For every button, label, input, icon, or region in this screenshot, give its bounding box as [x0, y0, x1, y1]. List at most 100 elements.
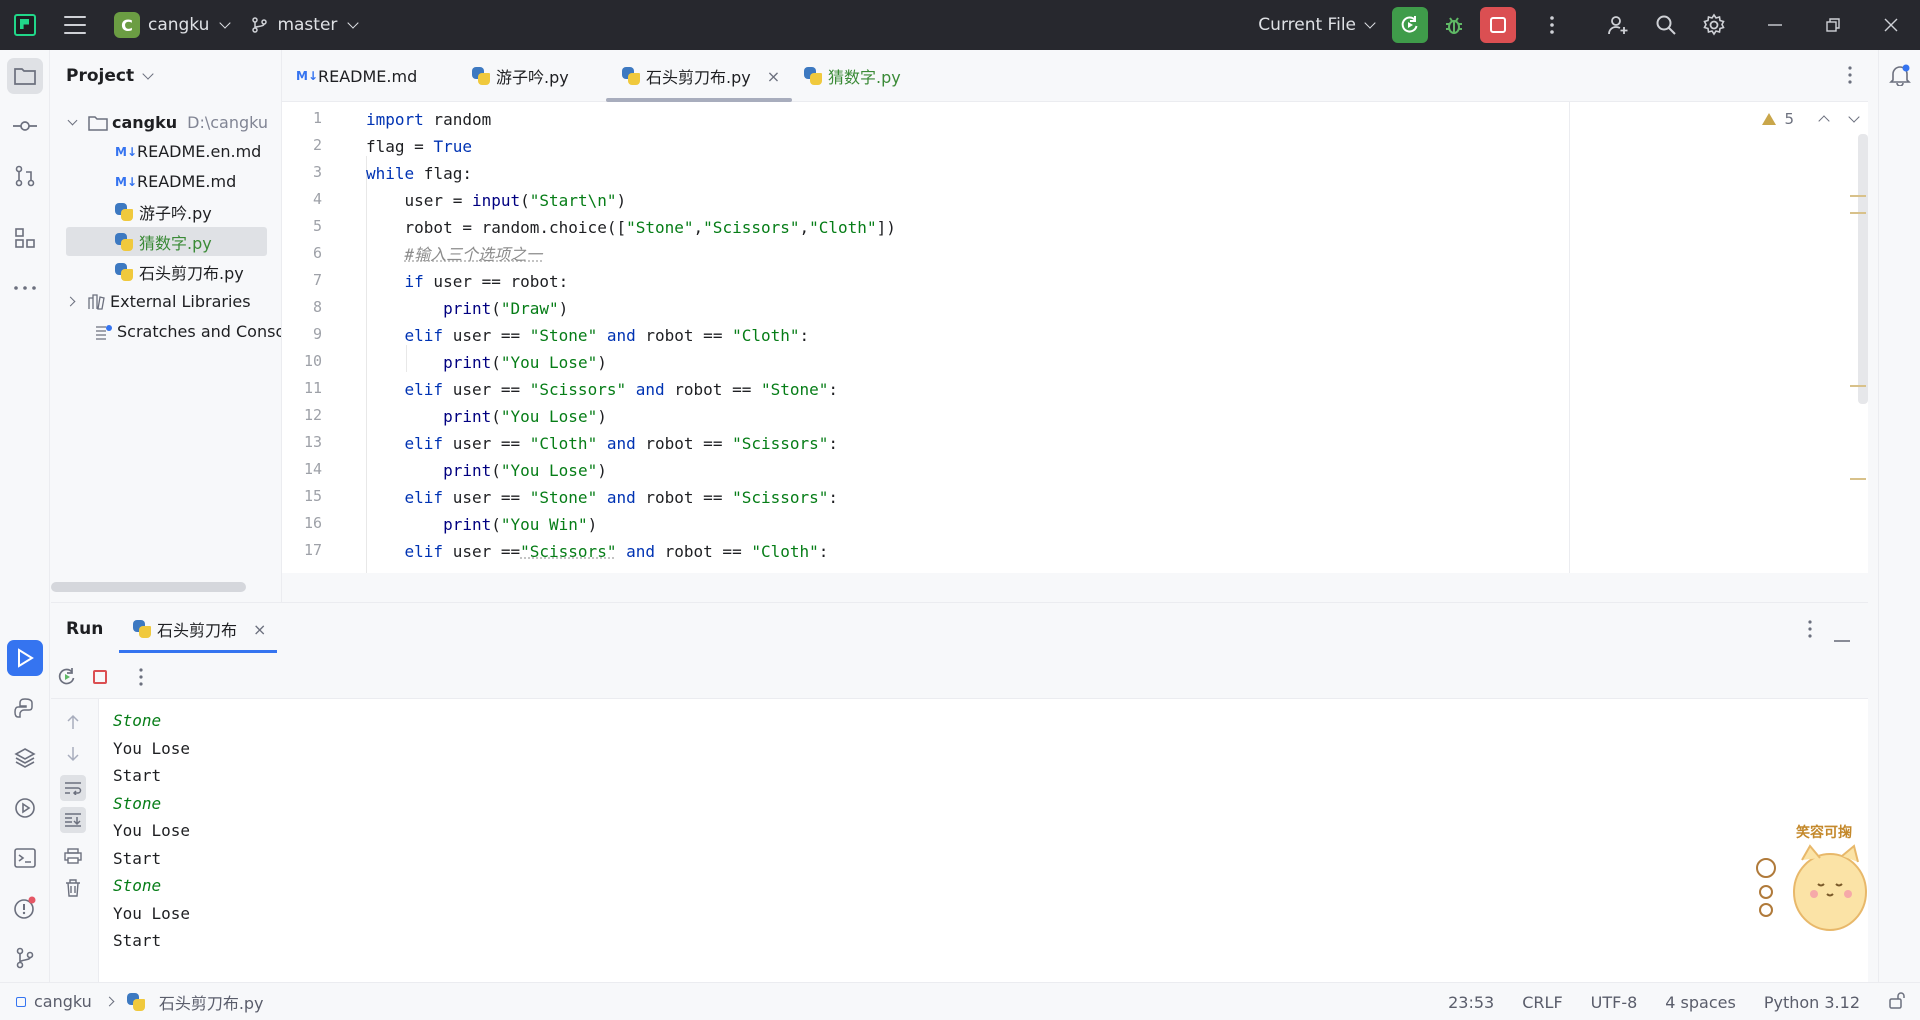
lock-icon[interactable] — [1888, 991, 1906, 1013]
scroll-to-end-icon[interactable] — [60, 807, 86, 833]
python-file-icon — [804, 67, 822, 85]
tree-item-readme-en[interactable]: M↓ README.en.md — [115, 137, 261, 166]
python-packages-tool-button[interactable] — [7, 690, 43, 726]
more-actions-icon[interactable] — [1528, 0, 1576, 50]
git-tool-button[interactable] — [7, 940, 43, 976]
editor-vertical-scrollbar[interactable] — [1858, 134, 1868, 404]
warning-marker[interactable] — [1850, 212, 1866, 214]
tree-item-shitoujiandaobu[interactable]: 石头剪刀布.py — [115, 257, 244, 286]
tab-shitoujiandaobu[interactable]: 石头剪刀布.py × — [606, 50, 793, 102]
breadcrumb-file[interactable]: 石头剪刀布.py — [159, 990, 264, 1014]
arrow-up-icon[interactable] — [60, 709, 86, 735]
trash-icon[interactable] — [60, 875, 86, 901]
notifications-icon[interactable] — [1889, 64, 1911, 90]
tab-youziyin[interactable]: 游子吟.py — [472, 50, 569, 102]
services-tool-button[interactable] — [7, 790, 43, 826]
console-input-line: Stone — [113, 876, 162, 895]
search-icon[interactable] — [1642, 0, 1690, 50]
python-interpreter[interactable]: Python 3.12 — [1764, 993, 1860, 1012]
project-tool-button[interactable] — [7, 58, 43, 94]
run-config-selector[interactable]: Current File — [1258, 15, 1376, 35]
project-switcher[interactable]: C cangku — [114, 12, 232, 38]
branch-switcher[interactable]: master — [251, 15, 360, 35]
services-icon — [15, 798, 35, 818]
caret-position[interactable]: 23:53 — [1448, 993, 1494, 1012]
problems-tool-button[interactable] — [7, 890, 43, 926]
scratches-icon — [96, 324, 112, 340]
chevron-down-icon — [1364, 17, 1376, 29]
console-input-line: Stone — [113, 793, 162, 813]
layers-tool-button[interactable] — [7, 740, 43, 776]
arrow-down-icon[interactable] — [60, 741, 86, 767]
breadcrumb-project[interactable]: cangku — [34, 992, 92, 1011]
code-line: elif user == "Cloth" and robot == "Sciss… — [404, 434, 839, 453]
console-output[interactable]: Stone You Lose Start Stone You Lose Start Ston… — [51, 699, 1868, 983]
debug-button[interactable] — [1436, 7, 1472, 43]
code-line: elif user == "Stone" and robot == "Cloth… — [404, 326, 810, 345]
more-options-icon[interactable] — [139, 668, 143, 690]
rerun-icon[interactable] — [57, 667, 77, 691]
warning-marker[interactable] — [1850, 385, 1866, 387]
close-tab-icon[interactable]: × — [767, 67, 780, 86]
more-tools-button[interactable] — [7, 270, 43, 306]
terminal-tool-button[interactable] — [7, 840, 43, 876]
line-number: 16 — [303, 514, 322, 532]
tree-root-cangku[interactable]: cangku D:\cangku — [61, 108, 268, 137]
warning-icon — [1762, 113, 1777, 125]
inspection-widget[interactable]: 5 — [1762, 110, 1860, 128]
tree-item-caishuzi[interactable]: 猜数字.py — [66, 227, 267, 256]
tab-caishuzi[interactable]: 猜数字.py — [804, 50, 901, 102]
pycharm-logo-icon[interactable] — [14, 14, 36, 36]
code-line: print("Draw") — [443, 299, 569, 318]
print-icon[interactable] — [60, 843, 86, 869]
stop-button[interactable] — [1480, 7, 1516, 43]
warning-marker[interactable] — [1850, 195, 1866, 197]
minimize-button[interactable] — [1746, 0, 1804, 50]
next-highlight-icon[interactable] — [1848, 111, 1860, 123]
run-config-label: Current File — [1258, 15, 1356, 35]
tab-readme[interactable]: M↓ README.md — [296, 50, 417, 102]
git-branch-icon — [16, 947, 34, 969]
run-panel-header: Run — [51, 603, 1868, 655]
rerun-button[interactable] — [1392, 7, 1428, 43]
tree-item-youziyin[interactable]: 游子吟.py — [115, 197, 212, 226]
project-horizontal-scrollbar[interactable] — [51, 582, 246, 592]
close-window-button[interactable] — [1862, 0, 1920, 50]
tabs-more-icon[interactable] — [1848, 66, 1852, 88]
add-user-icon[interactable] — [1594, 0, 1642, 50]
run-tool-button[interactable] — [7, 640, 43, 676]
soft-wrap-icon[interactable] — [60, 775, 86, 801]
code-editor[interactable]: 1 2 3 4 5 6 7 8 9 10 11 12 13 14 15 16 17 import random … — [282, 102, 1868, 573]
folder-icon — [88, 115, 108, 131]
chevron-right-icon — [104, 996, 115, 1007]
tree-item-readme[interactable]: M↓ README.md — [115, 167, 236, 196]
pull-requests-tool-button[interactable] — [7, 158, 43, 194]
tree-item-scratches[interactable]: Scratches and Consoles — [95, 317, 281, 346]
line-number: 6 — [312, 244, 322, 262]
pull-request-icon — [15, 165, 35, 187]
run-panel-options-icon[interactable] — [1808, 620, 1812, 642]
close-run-tab-icon[interactable]: × — [253, 620, 266, 639]
run-tab-shitoujiandaobu[interactable]: 石头剪刀布 × — [119, 603, 277, 655]
hide-panel-icon[interactable] — [1834, 627, 1850, 646]
warning-marker[interactable] — [1850, 478, 1866, 480]
code-line: print("You Lose") — [443, 353, 607, 372]
file-encoding[interactable]: UTF-8 — [1591, 993, 1638, 1012]
code-line: if user == robot: — [404, 272, 569, 291]
structure-tool-button[interactable] — [7, 220, 43, 256]
problems-icon — [14, 896, 36, 919]
line-number: 11 — [303, 379, 322, 397]
markdown-icon: M↓ — [115, 144, 137, 159]
line-ending[interactable]: CRLF — [1522, 993, 1562, 1012]
status-widgets: 23:53 CRLF UTF-8 4 spaces Python 3.12 — [1448, 983, 1906, 1020]
restore-button[interactable] — [1804, 0, 1862, 50]
gear-icon[interactable] — [1690, 0, 1738, 50]
indent-setting[interactable]: 4 spaces — [1665, 993, 1736, 1012]
previous-highlight-icon[interactable] — [1818, 115, 1830, 127]
stop-icon[interactable] — [93, 670, 107, 684]
tree-item-external-libraries[interactable]: External Libraries — [61, 287, 251, 316]
console-output-line: You Lose — [113, 821, 191, 840]
main-menu-icon[interactable] — [64, 16, 86, 34]
commit-tool-button[interactable] — [7, 108, 43, 144]
project-panel-header[interactable]: Project — [51, 50, 281, 102]
